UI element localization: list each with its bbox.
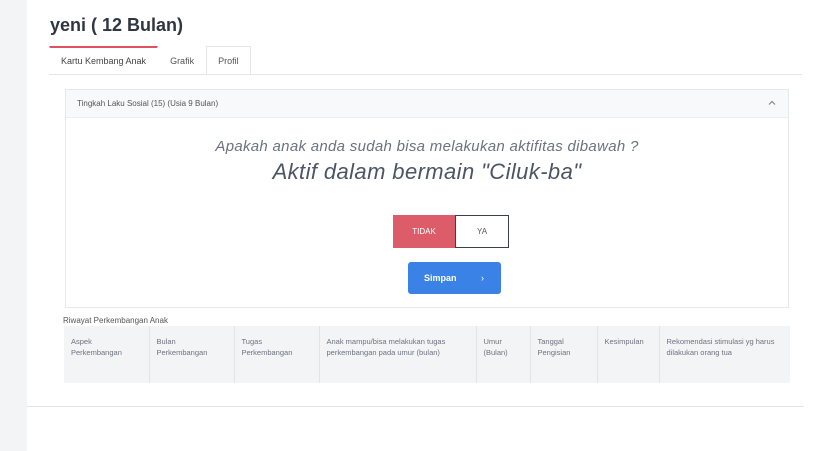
save-button[interactable]: Simpan › (408, 262, 501, 294)
column-header: Rekomendasi stimulasi yg harus dilakukan… (666, 337, 775, 357)
save-button-label: Simpan (424, 273, 457, 283)
chevron-right-icon: › (481, 273, 484, 283)
history-label: Riwayat Perkembangan Anak (63, 316, 168, 325)
page-title: yeni ( 12 Bulan) (50, 15, 184, 35)
chevron-up-icon[interactable] (766, 97, 778, 109)
yes-button[interactable]: YA (455, 215, 509, 248)
content-card: yeni ( 12 Bulan) Kartu Kembang Anak Graf… (27, 0, 804, 407)
column-header: Tugas Perkembangan (234, 326, 320, 383)
question-text: Apakah anak anda sudah bisa melakukan ak… (215, 138, 639, 155)
history-table: Aspek Perkembangan Bulan Perkembangan Tu… (64, 326, 790, 383)
column-header: Kesimpulan (597, 326, 660, 383)
page-gutter (0, 0, 27, 451)
table-header-row: Aspek Perkembangan Bulan Perkembangan Tu… (64, 326, 790, 383)
accordion-title: Tingkah Laku Sosial (15) (Usia 9 Bulan) (77, 99, 219, 108)
no-button[interactable]: TIDAK (393, 215, 455, 248)
column-header: Aspek Perkembangan (64, 326, 150, 383)
column-header: Umur (Bulan) (476, 326, 531, 383)
activity-text: Aktif dalam bermain "Ciluk-ba" (272, 159, 582, 184)
question-accordion: Tingkah Laku Sosial (15) (Usia 9 Bulan) … (65, 89, 789, 308)
column-header: Anak mampu/bisa melakukan tugas perkemba… (319, 326, 477, 383)
accordion-header[interactable]: Tingkah Laku Sosial (15) (Usia 9 Bulan) (66, 90, 788, 118)
tab-divider (49, 74, 802, 75)
tab-grafik[interactable]: Grafik (158, 46, 206, 74)
column-header: Tanggal Pengisian (530, 326, 598, 383)
tab-bar: Kartu Kembang Anak Grafik Profil (49, 46, 251, 74)
tab-profil[interactable]: Profil (206, 46, 251, 74)
column-header: Bulan Perkembangan (149, 326, 235, 383)
tab-kartu-kembang-anak[interactable]: Kartu Kembang Anak (49, 46, 159, 74)
